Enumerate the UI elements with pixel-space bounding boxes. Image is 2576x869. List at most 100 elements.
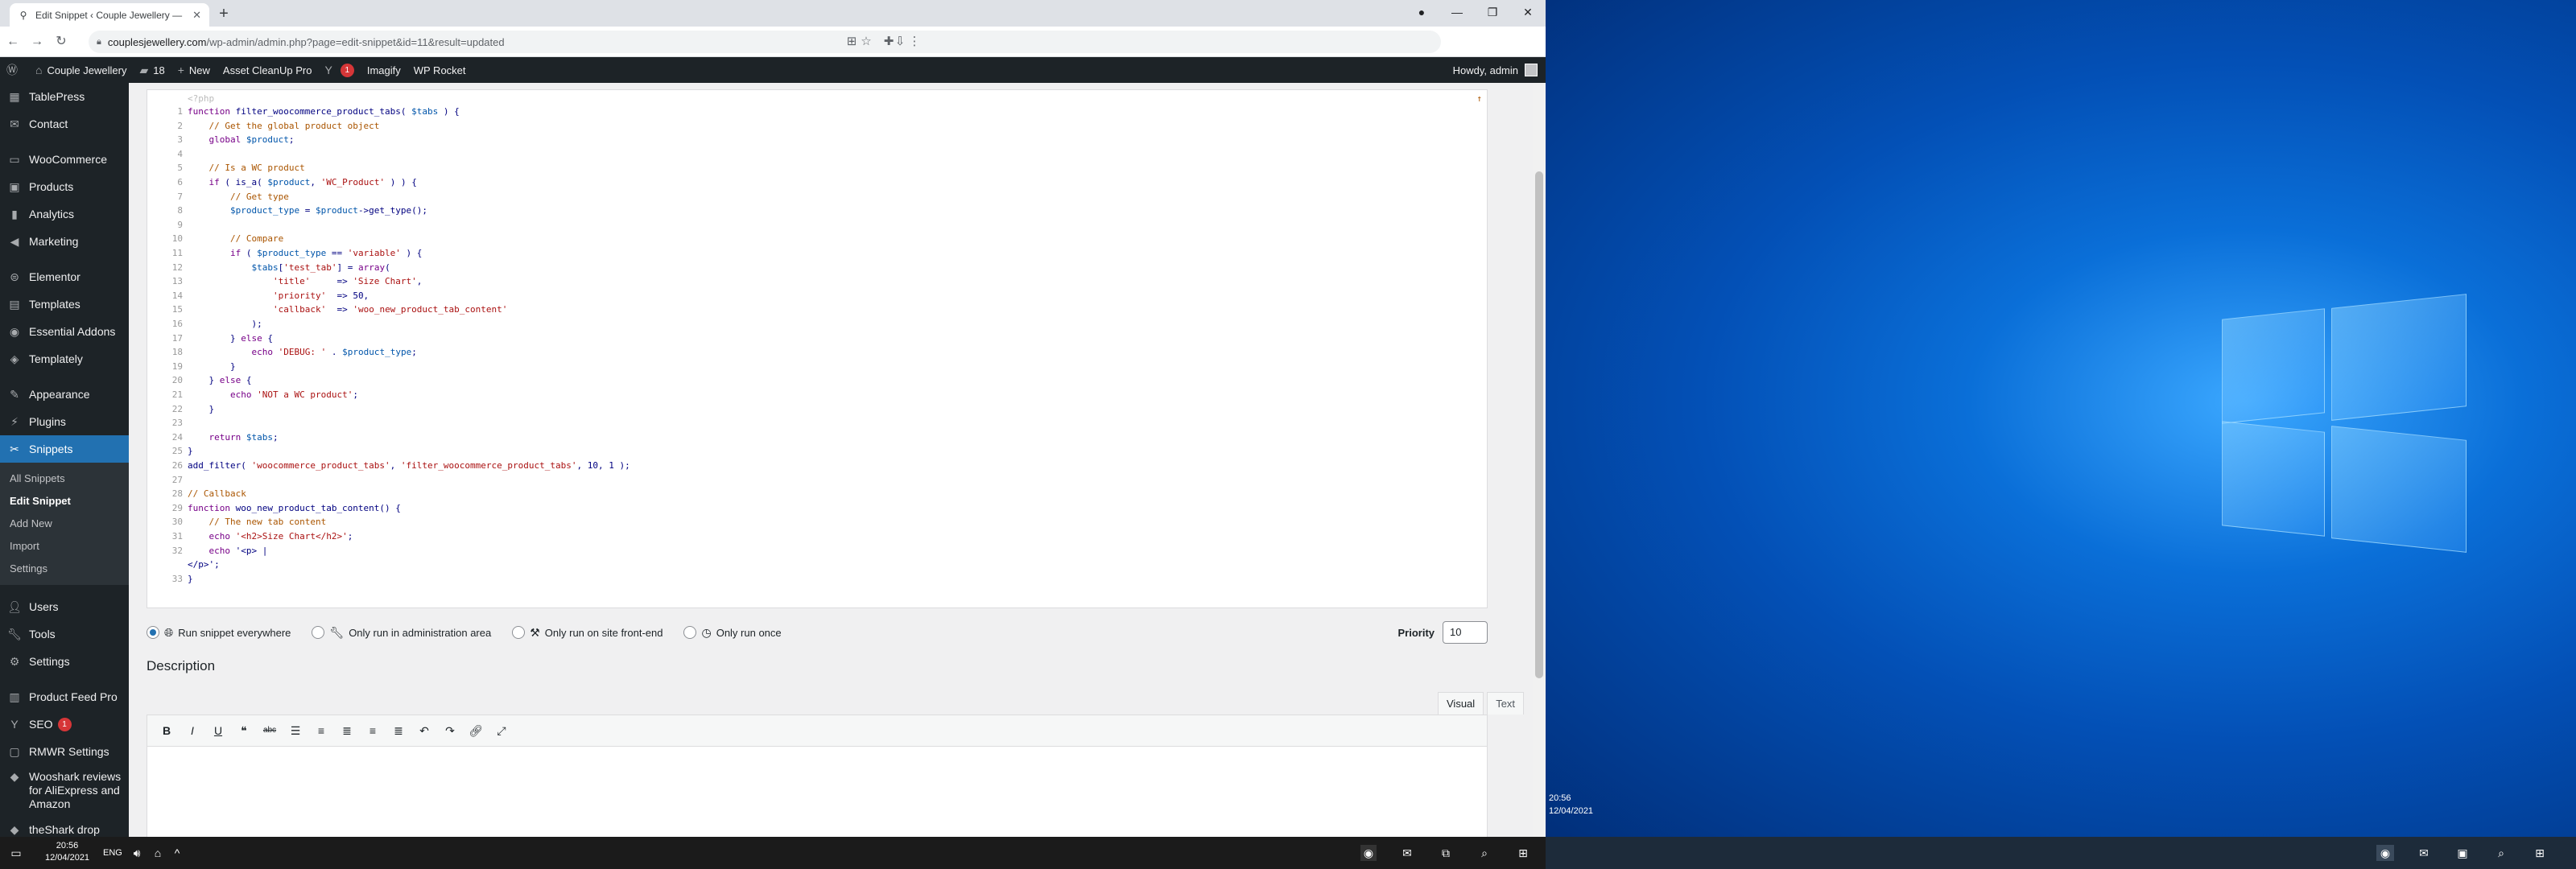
menu-rmwr[interactable]: ▢ RMWR Settings [0,738,129,765]
mail-app-icon[interactable]: ✉ [2415,845,2433,861]
yoast-item[interactable]: Y1 [318,57,360,83]
code-line[interactable]: 27 [147,473,1487,488]
code-line[interactable]: 2 // Get the global product object [147,119,1487,134]
menu-woocommerce[interactable]: ▭ WooCommerce [0,146,129,173]
menu-essential-addons[interactable]: ◉ Essential Addons [0,318,129,345]
menu-appearance[interactable]: ✎ Appearance [0,381,129,408]
code-line[interactable]: 13 'title' => 'Size Chart', [147,274,1487,289]
tray-chevron-icon[interactable]: ^ [169,845,185,861]
blockquote-icon[interactable]: ❝ [231,719,257,742]
option-once[interactable]: ◷ Only run once [683,626,782,640]
radio-once[interactable] [683,626,697,639]
minimize-button[interactable]: — [1439,0,1475,27]
menu-templates[interactable]: ▤ Templates [0,290,129,318]
underline-icon[interactable]: U [205,719,231,742]
menu-tablepress[interactable]: ▦ TablePress [0,83,129,110]
code-editor[interactable]: <?php ↑ 1 function filter_woocommerce_pro… [147,89,1488,608]
menu-product-feed-pro[interactable]: ▥ Product Feed Pro [0,683,129,710]
menu-templately[interactable]: ◈ Templately [0,345,129,373]
asset-cleanup-item[interactable]: Asset CleanUp Pro [217,57,319,83]
code-line[interactable]: 33} [147,572,1487,587]
volume-icon[interactable]: 🔊︎ [129,845,145,861]
code-line[interactable]: 26 add_filter( 'woocommerce_product_tabs'… [147,459,1487,473]
align-center-icon[interactable]: ≡ [360,719,386,742]
align-right-icon[interactable]: ≣ [386,719,411,742]
code-line[interactable]: 19 } [147,360,1487,374]
menu-products[interactable]: ▣ Products [0,173,129,200]
site-name-item[interactable]: ⌂ Couple Jewellery [29,57,133,83]
search-icon[interactable]: ⌕ [2492,845,2510,861]
new-content-item[interactable]: + New [171,57,217,83]
menu-theshark[interactable]: ◆ theShark drop [0,816,129,837]
menu-wooshark[interactable]: ◆ Wooshark reviews for AliExpress and Ama… [0,765,129,816]
menu-users[interactable]: 👤︎ Users [0,593,129,620]
menu-settings[interactable]: ⚙ Settings [0,648,129,675]
radio-everywhere[interactable] [147,626,159,639]
code-line[interactable]: 16 ); [147,317,1487,332]
align-left-icon[interactable]: ≣ [334,719,360,742]
code-line[interactable]: 6 if ( is_a( $product, 'WC_Product' ) ) … [147,175,1487,190]
bookmark-star-icon[interactable]: ☆ [858,34,874,50]
submenu-all-snippets[interactable]: All Snippets [0,467,129,490]
radio-frontend[interactable] [512,626,526,639]
code-line[interactable]: 12 $tabs['test_tab'] = array( [147,261,1487,275]
option-everywhere[interactable]: 🌐︎ Run snippet everywhere [147,626,291,640]
task-view-icon[interactable]: ⧉ [1438,845,1454,861]
start-icon[interactable]: ⊞ [1515,845,1531,861]
clock[interactable]: 20:56 12/04/2021 [45,840,89,864]
menu-dots-icon[interactable]: ⋮ [906,34,923,50]
numbered-list-icon[interactable]: ≡ [308,719,334,742]
radio-admin[interactable] [312,626,325,639]
menu-tools[interactable]: 🔧︎ Tools [0,620,129,648]
network-icon[interactable]: ⌂ [150,845,166,861]
translate-icon[interactable]: ⊞ [844,34,860,50]
code-line[interactable]: 10 // Compare [147,232,1487,246]
code-line[interactable]: 15 'callback' => 'woo_new_product_tab_co… [147,303,1487,317]
page-scrollbar[interactable] [1533,83,1546,837]
wp-logo-item[interactable]: Ⓦ [0,57,29,83]
undo-icon[interactable]: ↶ [411,719,437,742]
address-bar[interactable]: 🔒︎ couplesjewellery.com /wp-admin/admin.… [89,31,1441,53]
strikethrough-icon[interactable]: abc [257,719,283,742]
action-center-icon[interactable]: ▭ [8,845,24,861]
submenu-edit-snippet[interactable]: Edit Snippet [0,490,129,513]
menu-plugins[interactable]: ⚡ Plugins [0,408,129,435]
code-line[interactable]: 28 // Callback [147,487,1487,501]
howdy-label[interactable]: Howdy, admin [1453,64,1518,76]
avatar[interactable] [1525,64,1538,76]
close-tab-icon[interactable]: ✕ [192,9,201,22]
option-admin[interactable]: 🔧︎ Only run in administration area [312,626,491,640]
search-icon[interactable]: ⌕ [1476,845,1492,861]
code-line[interactable]: 31 echo '<h2>Size Chart</h2>'; [147,529,1487,544]
link-icon[interactable]: 🔗︎ [463,719,489,742]
menu-marketing[interactable]: ◀ Marketing [0,228,129,255]
code-line[interactable]: 17 } else { [147,332,1487,346]
code-line[interactable]: 29 function woo_new_product_tab_content()… [147,501,1487,516]
code-line[interactable]: </p>'; [147,558,1487,572]
code-line[interactable]: 25} [147,444,1487,459]
code-line[interactable]: 11 if ( $product_type == 'variable' ) { [147,246,1487,261]
code-line[interactable]: 24 return $tabs; [147,430,1487,445]
submenu-add-new[interactable]: Add New [0,513,129,535]
scrollbar-thumb[interactable] [1535,171,1543,678]
italic-icon[interactable]: I [180,719,205,742]
code-line[interactable]: 20 } else { [147,373,1487,388]
description-editor[interactable] [147,747,1488,837]
code-line[interactable]: 32 echo '<p> | [147,544,1487,558]
menu-elementor[interactable]: ⊜ Elementor [0,263,129,290]
option-frontend[interactable]: ⚒ Only run on site front-end [512,626,663,640]
bold-icon[interactable]: B [154,719,180,742]
priority-input[interactable]: 10 [1443,621,1488,644]
submenu-import[interactable]: Import [0,535,129,558]
menu-contact[interactable]: ✉ Contact [0,110,129,138]
start-icon[interactable]: ⊞ [2531,845,2549,861]
imagify-item[interactable]: Imagify [361,57,407,83]
code-line[interactable]: 18 echo 'DEBUG: ' . $product_type; [147,345,1487,360]
language-icon[interactable]: ENG [103,845,122,861]
reload-icon[interactable]: ↻ [53,34,69,50]
forward-icon[interactable]: → [29,34,45,50]
fullscreen-icon[interactable]: ⤢ [489,719,514,742]
code-line[interactable]: 4 [147,147,1487,162]
close-window-button[interactable]: ✕ [1510,0,1546,27]
menu-seo[interactable]: Y SEO 1 [0,710,129,738]
